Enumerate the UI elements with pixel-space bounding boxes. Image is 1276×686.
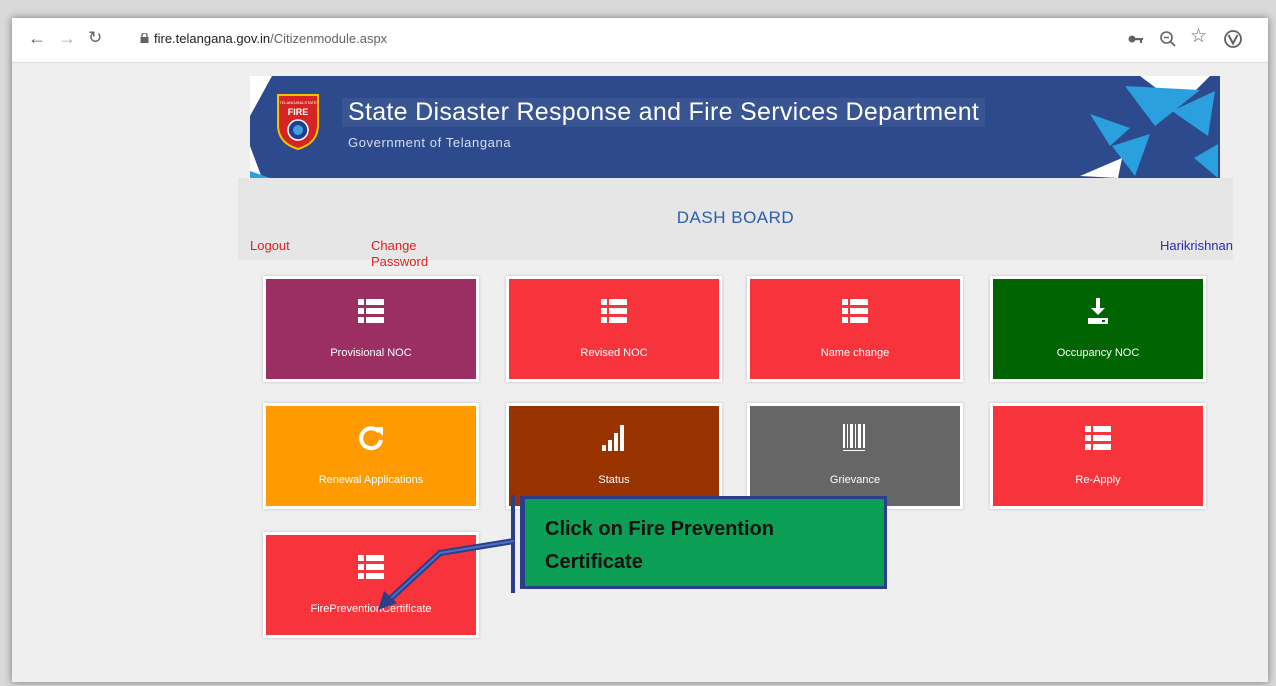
- arrow-right-icon[interactable]: →: [58, 28, 76, 48]
- logout-link[interactable]: Logout: [250, 238, 290, 253]
- tile-label: Name change: [820, 347, 890, 359]
- arrow-left-icon[interactable]: ←: [28, 28, 46, 48]
- tile-label: Provisional NOC: [330, 347, 412, 359]
- banner-title: State Disaster Response and Fire Service…: [342, 98, 986, 127]
- list-icon: [1085, 426, 1111, 450]
- provisional-noc-tile[interactable]: Provisional NOC: [263, 276, 479, 382]
- svg-text:TELANGANA STATE: TELANGANA STATE: [279, 100, 317, 105]
- svg-text:FIRE: FIRE: [288, 107, 309, 117]
- status-tile[interactable]: Status: [506, 403, 722, 509]
- list-icon: [358, 555, 384, 579]
- tile-label: Status: [598, 474, 630, 486]
- banner-subtitle: Government of Telangana: [348, 135, 512, 150]
- banner-decoration: [250, 76, 1218, 178]
- download-icon: [1088, 298, 1108, 324]
- browser-window: ← → ↻ fire.telangana.gov.in/Citizenmodul…: [12, 18, 1268, 682]
- list-icon: [601, 299, 627, 323]
- tile-label: Occupancy NOC: [1056, 347, 1140, 359]
- grievance-tile[interactable]: Grievance: [747, 403, 963, 509]
- barcode-icon: [843, 424, 865, 451]
- list-icon: [842, 299, 868, 323]
- address-bar[interactable]: fire.telangana.gov.in/Citizenmodule.aspx: [154, 31, 387, 46]
- tile-label: Grievance: [829, 474, 881, 486]
- reload-icon[interactable]: ↻: [88, 28, 102, 48]
- tile-label: Re-Apply: [1075, 474, 1121, 486]
- fire-prevention-certificate-tile[interactable]: FirePreventionCertificate: [263, 532, 479, 638]
- callout-text: Click on Fire Prevention Certificate: [545, 513, 774, 579]
- callout-accent-bar: [511, 495, 515, 593]
- url-path: /Citizenmodule.aspx: [270, 31, 388, 46]
- list-icon: [358, 299, 384, 323]
- user-name-link[interactable]: Harikrishnan: [1160, 238, 1233, 253]
- page-title: DASH BOARD: [676, 208, 795, 227]
- callout-line1: Click on Fire Prevention: [545, 518, 774, 540]
- site-banner: TELANGANA STATE FIRE State Disaster Resp…: [250, 76, 1220, 178]
- tile-label: FirePreventionCertificate: [310, 603, 432, 615]
- refresh-icon: [359, 426, 383, 451]
- browser-toolbar: ← → ↻ fire.telangana.gov.in/Citizenmodul…: [12, 18, 1268, 63]
- extension-icon[interactable]: [1223, 29, 1243, 49]
- url-host: fire.telangana.gov.in: [154, 31, 271, 46]
- re-apply-tile[interactable]: Re-Apply: [990, 403, 1206, 509]
- zoom-icon[interactable]: [1159, 30, 1177, 48]
- instruction-callout: Click on Fire Prevention Certificate: [511, 495, 887, 593]
- tile-label: Revised NOC: [580, 347, 648, 359]
- lock-icon: [140, 33, 149, 43]
- change-password-line2: Password: [371, 254, 429, 269]
- occupancy-noc-tile[interactable]: Occupancy NOC: [990, 276, 1206, 382]
- dashboard-header: DASH BOARD Logout Change Password Harikr…: [238, 178, 1233, 269]
- name-change-tile[interactable]: Name change: [747, 276, 963, 382]
- signal-bars-icon: [602, 425, 624, 451]
- change-password-line1: Change: [371, 238, 417, 253]
- key-icon[interactable]: [1127, 32, 1145, 46]
- tile-label: Renewal Applications: [318, 474, 424, 486]
- page-content: TELANGANA STATE FIRE State Disaster Resp…: [12, 63, 1268, 682]
- fire-department-logo: TELANGANA STATE FIRE: [277, 94, 319, 151]
- star-icon[interactable]: ☆: [1190, 27, 1207, 46]
- renewal-applications-tile[interactable]: Renewal Applications: [263, 403, 479, 509]
- callout-line2: Certificate: [545, 551, 643, 573]
- change-password-link[interactable]: Change Password: [371, 238, 441, 270]
- revised-noc-tile[interactable]: Revised NOC: [506, 276, 722, 382]
